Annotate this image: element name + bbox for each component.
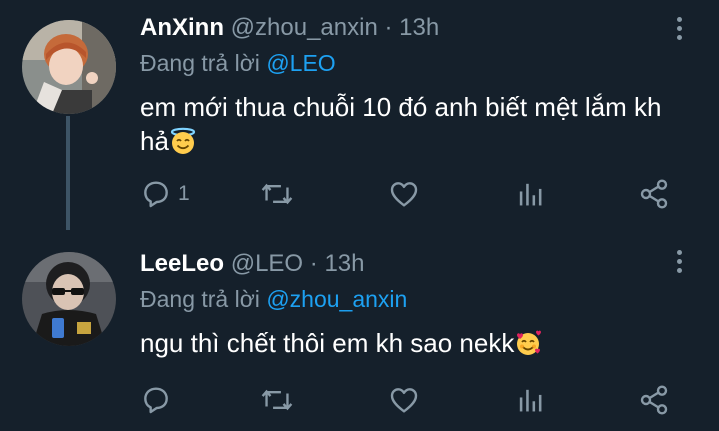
- share-button[interactable]: [638, 174, 670, 214]
- avatar-photo: [22, 252, 116, 346]
- reply-prefix: Đang trả lời: [140, 286, 260, 312]
- separator-dot: ·: [309, 250, 318, 277]
- share-button[interactable]: [638, 380, 670, 420]
- replying-to: Đang trả lời @zhou_anxin: [140, 284, 407, 314]
- like-icon: [390, 388, 418, 413]
- tweet-text: em mới thua chuỗi 10 đó anh biết mệt lắm…: [140, 90, 680, 158]
- display-name[interactable]: AnXinn: [140, 14, 224, 41]
- display-name[interactable]: LeeLeo: [140, 250, 224, 277]
- analytics-button[interactable]: [516, 380, 544, 420]
- smiling-face-with-hearts-icon: [517, 330, 542, 355]
- tweet-text: ngu thì chết thôi em kh sao nekk: [140, 326, 680, 360]
- reply-mention-link[interactable]: @LEO: [266, 50, 335, 76]
- handle[interactable]: @zhou_anxin: [231, 14, 378, 41]
- more-icon[interactable]: [669, 15, 689, 45]
- action-bar: [140, 380, 680, 420]
- tweet-text-body: em mới thua chuỗi 10 đó anh biết mệt lắm…: [140, 92, 662, 156]
- tweet-header: AnXinn @zhou_anxin · 13h: [140, 12, 439, 44]
- reply-count: 1: [178, 182, 190, 205]
- avatar[interactable]: [22, 20, 116, 114]
- reply-button[interactable]: 1: [140, 174, 190, 214]
- replying-to: Đang trả lời @LEO: [140, 48, 336, 78]
- timestamp[interactable]: 13h: [399, 14, 439, 41]
- retweet-button[interactable]: [260, 174, 294, 214]
- more-icon[interactable]: [669, 248, 689, 278]
- reply-mention-link[interactable]: @zhou_anxin: [266, 286, 407, 312]
- share-icon: [640, 385, 668, 415]
- retweet-icon: [261, 183, 293, 205]
- like-button[interactable]: [388, 174, 420, 214]
- reply-icon: [144, 181, 168, 208]
- tweet[interactable]: AnXinn @zhou_anxin · 13h Đang trả lời @L…: [0, 0, 719, 230]
- reply-button[interactable]: [140, 380, 178, 420]
- retweet-button[interactable]: [260, 380, 294, 420]
- retweet-icon: [261, 389, 293, 411]
- action-bar: 1: [140, 174, 680, 214]
- reply-prefix: Đang trả lời: [140, 50, 260, 76]
- tweet-text-body: ngu thì chết thôi em kh sao nekk: [140, 328, 515, 358]
- smiling-face-with-halo-icon: [170, 127, 196, 154]
- avatar[interactable]: [22, 252, 116, 346]
- avatar-photo: [22, 20, 116, 114]
- handle[interactable]: @LEO: [231, 250, 303, 277]
- thread-line: [66, 116, 70, 230]
- like-button[interactable]: [388, 380, 420, 420]
- share-icon: [640, 179, 668, 209]
- tweet-header: LeeLeo @LEO · 13h: [140, 248, 364, 280]
- separator-dot: ·: [384, 14, 393, 41]
- timestamp[interactable]: 13h: [324, 250, 364, 277]
- analytics-icon: [519, 183, 542, 206]
- analytics-icon: [519, 389, 542, 412]
- reply-icon: [144, 387, 168, 414]
- like-icon: [390, 182, 418, 207]
- analytics-button[interactable]: [516, 174, 544, 214]
- tweet[interactable]: LeeLeo @LEO · 13h Đang trả lời @zhou_anx…: [0, 230, 719, 431]
